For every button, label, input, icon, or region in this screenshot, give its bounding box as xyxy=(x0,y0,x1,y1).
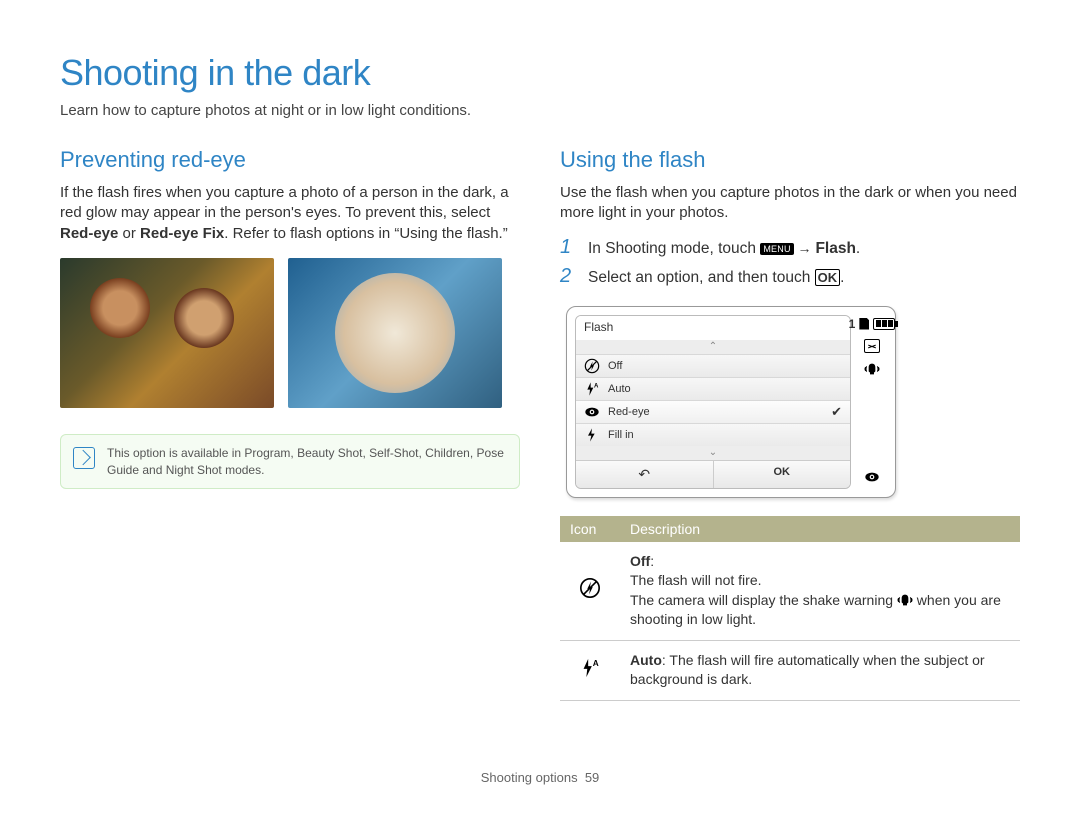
step-number: 1 xyxy=(560,236,576,259)
device-panel: Flash ⌃ Off Auto xyxy=(575,315,851,489)
row-line: The flash will not fire. xyxy=(630,572,762,588)
section-heading-using-flash: Using the flash xyxy=(560,147,1020,173)
step-text: In Shooting mode, touch MENU → Flash. xyxy=(588,240,860,258)
ok-button[interactable]: OK xyxy=(713,461,851,488)
arrow-icon: → xyxy=(794,240,816,256)
step-text-part: . xyxy=(856,240,860,257)
row-line: : The flash will fire automatically when… xyxy=(630,652,985,688)
flash-fillin-icon xyxy=(584,427,600,443)
red-eye-icon xyxy=(864,469,880,485)
device-status-bar: 1 xyxy=(857,315,887,489)
device-title: Flash xyxy=(576,316,850,340)
para-text: If the flash fires when you capture a ph… xyxy=(60,184,509,221)
chevron-down-icon[interactable]: ⌄ xyxy=(576,446,850,460)
option-label: Red-eye xyxy=(608,406,650,418)
sd-card-icon xyxy=(859,318,869,330)
using-flash-paragraph: Use the flash when you capture photos in… xyxy=(560,183,1020,224)
row-description-cell: Off: The flash will not fire. The camera… xyxy=(620,542,1020,641)
page-subtitle: Learn how to capture photos at night or … xyxy=(60,102,1020,119)
footer-page-number: 59 xyxy=(585,770,599,785)
flash-off-icon xyxy=(579,577,601,599)
table-header-icon: Icon xyxy=(560,516,620,542)
row-description-cell: Auto: The flash will fire automatically … xyxy=(620,640,1020,700)
para-text: . Refer to flash options in “Using the f… xyxy=(224,225,507,242)
right-column: Using the flash Use the flash when you c… xyxy=(560,147,1020,701)
step-list: 1 In Shooting mode, touch MENU → Flash. … xyxy=(560,236,1020,288)
example-photo-row xyxy=(60,258,520,408)
row-title: Auto xyxy=(630,652,662,668)
device-list: ⌃ Off Auto Red-eye xyxy=(576,340,850,460)
step-text-part: . xyxy=(840,269,844,286)
flash-option-auto[interactable]: Auto xyxy=(576,377,850,400)
flash-auto-icon xyxy=(579,657,601,679)
step-2: 2 Select an option, and then touch OK. xyxy=(560,265,1020,288)
row-icon-cell xyxy=(560,542,620,641)
flash-option-red-eye[interactable]: Red-eye ✔ xyxy=(576,400,850,423)
flash-auto-icon xyxy=(584,381,600,397)
check-icon: ✔ xyxy=(831,404,842,420)
row-line: The camera will display the shake warnin… xyxy=(630,592,897,608)
page-footer: Shooting options 59 xyxy=(0,770,1080,785)
note-box: This option is available in Program, Bea… xyxy=(60,434,520,490)
preventing-red-eye-paragraph: If the flash fires when you capture a ph… xyxy=(60,183,520,244)
left-column: Preventing red-eye If the flash fires wh… xyxy=(60,147,520,701)
flash-description-table: Icon Description Off: The flash will not… xyxy=(560,516,1020,702)
option-label: Auto xyxy=(608,383,631,395)
chevron-up-icon[interactable]: ⌃ xyxy=(576,340,850,354)
bold-red-eye: Red-eye xyxy=(60,225,118,242)
page-title: Shooting in the dark xyxy=(60,52,1020,94)
landscape-icon xyxy=(864,339,880,353)
flash-option-fill-in[interactable]: Fill in xyxy=(576,423,850,446)
step-text-part: Select an option, and then touch xyxy=(588,269,815,286)
step-text-part: In Shooting mode, touch xyxy=(588,240,760,257)
para-text: or xyxy=(118,225,140,242)
flash-off-icon xyxy=(584,358,600,374)
table-row: Off: The flash will not fire. The camera… xyxy=(560,542,1020,641)
shake-icon xyxy=(897,592,913,608)
option-label: Off xyxy=(608,360,622,372)
table-header-description: Description xyxy=(620,516,1020,542)
bold-flash: Flash xyxy=(815,240,855,257)
section-heading-preventing-red-eye: Preventing red-eye xyxy=(60,147,520,173)
shake-icon xyxy=(864,361,880,377)
step-1: 1 In Shooting mode, touch MENU → Flash. xyxy=(560,236,1020,259)
step-text: Select an option, and then touch OK. xyxy=(588,269,844,287)
footer-section: Shooting options xyxy=(481,770,578,785)
step-number: 2 xyxy=(560,265,576,288)
battery-icon xyxy=(873,318,895,330)
table-row: Auto: The flash will fire automatically … xyxy=(560,640,1020,700)
photo-count: 1 xyxy=(849,317,856,331)
back-button[interactable]: ↶ xyxy=(576,461,713,488)
device-screenshot: Flash ⌃ Off Auto xyxy=(566,306,896,498)
row-title: Off xyxy=(630,553,650,569)
ok-icon: OK xyxy=(815,269,841,286)
red-eye-icon xyxy=(584,404,600,420)
flash-option-off[interactable]: Off xyxy=(576,354,850,377)
example-photo-corrected xyxy=(288,258,502,408)
row-icon-cell xyxy=(560,640,620,700)
option-label: Fill in xyxy=(608,429,634,441)
bold-red-eye-fix: Red-eye Fix xyxy=(140,225,224,242)
menu-icon: MENU xyxy=(760,243,793,255)
note-icon xyxy=(73,447,95,469)
example-photo-red-eye xyxy=(60,258,274,408)
note-text: This option is available in Program, Bea… xyxy=(107,446,504,477)
